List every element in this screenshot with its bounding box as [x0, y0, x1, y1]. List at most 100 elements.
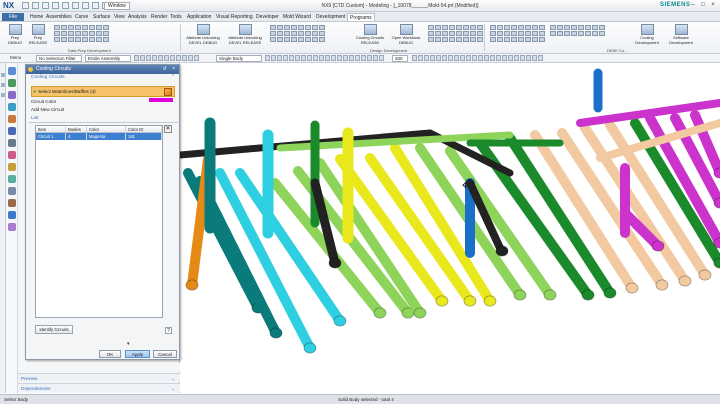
channel-end-cap[interactable]: [413, 307, 427, 319]
system-scenes-icon[interactable]: [8, 187, 16, 195]
channel-end-cap[interactable]: [655, 279, 669, 291]
channel-end-cap[interactable]: [543, 289, 557, 301]
open-workbook-debug-button[interactable]: Open Workbook DEBUG: [390, 24, 422, 45]
channel-end-cap[interactable]: [333, 315, 347, 327]
window-menu[interactable]: Window: [104, 2, 130, 10]
software-development-button[interactable]: Software Development: [664, 24, 698, 45]
process-studio-icon[interactable]: [8, 163, 16, 171]
close-button[interactable]: ×: [708, 0, 718, 11]
tab-programs[interactable]: Programs: [347, 13, 375, 21]
circuit-color-swatch[interactable]: [149, 98, 173, 102]
attribute-unlocking-release-button[interactable]: Attribute Unlocking DEVEL RELEASE: [225, 24, 265, 45]
selection-filter-select[interactable]: No Selection Filter: [36, 55, 82, 62]
paste-icon[interactable]: [72, 2, 79, 9]
web-browser-icon[interactable]: [8, 127, 16, 135]
cooling-circuits-section[interactable]: Cooling Circuits ⌃: [26, 74, 179, 82]
table-row[interactable]: Circuit 1 4 Magenta 181: [36, 133, 162, 140]
channel-end-cap[interactable]: [328, 257, 342, 269]
column-color[interactable]: Color: [87, 126, 126, 132]
teamcenter-icon[interactable]: [8, 223, 16, 231]
constraint-navigator-icon[interactable]: [8, 91, 16, 99]
tab-analysis[interactable]: Analysis: [126, 13, 149, 21]
cut-icon[interactable]: [52, 2, 59, 9]
scope-select[interactable]: Entire Assembly: [85, 55, 131, 62]
repeat-icon[interactable]: [82, 2, 89, 9]
cancel-button[interactable]: Cancel: [153, 350, 177, 358]
tab-curve[interactable]: Curve: [73, 13, 90, 21]
attribute-unlocking-debug-button[interactable]: Attribute Unlocking DEVEL DEBUG: [183, 24, 223, 45]
cooling-circuits-release-button[interactable]: Cooling Circuits RELEASE: [352, 24, 388, 45]
channel-end-cap[interactable]: [185, 279, 199, 291]
channel-end-cap[interactable]: [483, 295, 497, 307]
single-body-select[interactable]: Single Body: [216, 55, 262, 62]
channel-end-cap[interactable]: [651, 240, 665, 252]
tab-tools[interactable]: Tools: [168, 13, 184, 21]
delete-circuit-button[interactable]: ✕: [164, 125, 172, 133]
command-finder-icon[interactable]: [92, 2, 99, 9]
channel-end-cap[interactable]: [463, 295, 477, 307]
apply-button[interactable]: Apply: [125, 350, 150, 358]
cooling-circuit-model[interactable]: ✥: [180, 63, 720, 394]
ok-button[interactable]: OK: [99, 350, 121, 358]
prep-release-button[interactable]: Prep RELEASE: [27, 24, 49, 45]
channel-end-cap[interactable]: [495, 245, 509, 257]
assembly-navigator-icon[interactable]: [8, 79, 16, 87]
help-icon[interactable]: ?: [165, 327, 172, 334]
channel-end-cap[interactable]: [603, 287, 617, 299]
part-navigator-icon[interactable]: [8, 67, 16, 75]
select-body-icon[interactable]: [164, 88, 172, 96]
prep-debug-button[interactable]: Prep DEBUG: [4, 24, 26, 45]
column-item[interactable]: Item: [36, 126, 66, 132]
column-bodies[interactable]: Bodies: [66, 126, 87, 132]
dialog-title-bar[interactable]: Cooling Circuits ↺ ×: [26, 65, 179, 74]
zoom-select[interactable]: 200: [392, 55, 408, 62]
cooling-channel[interactable]: [505, 133, 615, 298]
add-new-circuit-button[interactable]: Add New Circuit: [31, 107, 64, 112]
tab-development[interactable]: Development: [314, 13, 347, 21]
cooling-channel[interactable]: [315, 158, 425, 318]
list-section[interactable]: List: [29, 115, 178, 123]
reuse-library-icon[interactable]: [8, 103, 16, 111]
identify-circuits-button[interactable]: Identify Circuits: [35, 325, 73, 334]
channel-end-cap[interactable]: [373, 307, 387, 319]
channel-end-cap[interactable]: [269, 327, 283, 339]
chevron-down-icon[interactable]: ▾: [127, 341, 130, 347]
menu-button[interactable]: Menu: [10, 55, 21, 60]
dependencies-section[interactable]: Dependencies ⌄: [18, 383, 180, 392]
select-waterlines-row[interactable]: ✔ Select Waterlines/Baffles (4): [31, 86, 175, 97]
channel-end-cap[interactable]: [435, 295, 449, 307]
channel-end-cap[interactable]: [698, 269, 712, 281]
roles-icon[interactable]: [8, 175, 16, 183]
redo-icon[interactable]: [42, 2, 49, 9]
sketch-icon[interactable]: [8, 211, 16, 219]
channel-end-cap[interactable]: [581, 289, 595, 301]
minimize-button[interactable]: –: [688, 0, 698, 11]
tab-render[interactable]: Render: [149, 13, 169, 21]
maximize-button[interactable]: □: [698, 0, 708, 11]
dialog-close-controls[interactable]: ↺ ×: [163, 65, 178, 74]
tab-surface[interactable]: Surface: [91, 13, 112, 21]
channel-end-cap[interactable]: [513, 289, 527, 301]
undo-icon[interactable]: [32, 2, 39, 9]
graphics-viewport[interactable]: ✥: [180, 63, 720, 394]
history-icon[interactable]: [8, 139, 16, 147]
hd3d-tools-icon[interactable]: [8, 115, 16, 123]
tab-home[interactable]: Home: [28, 13, 45, 21]
save-icon[interactable]: [22, 2, 29, 9]
cooling-development-button[interactable]: Cooling Development: [632, 24, 662, 45]
file-tab[interactable]: File: [2, 13, 24, 21]
tab-visual-reporting[interactable]: Visual Reporting: [214, 13, 255, 21]
channel-end-cap[interactable]: [625, 282, 639, 294]
palette-icon[interactable]: [8, 199, 16, 207]
system-materials-icon[interactable]: [8, 151, 16, 159]
preview-section[interactable]: Preview ⌄: [18, 373, 180, 382]
channel-end-cap[interactable]: [303, 342, 317, 354]
tab-view[interactable]: View: [112, 13, 127, 21]
tab-application[interactable]: Application: [185, 13, 213, 21]
channel-end-cap[interactable]: [678, 275, 692, 287]
tab-assemblies[interactable]: Assemblies: [44, 13, 74, 21]
copy-icon[interactable]: [62, 2, 69, 9]
tab-mold-wizard[interactable]: Mold Wizard: [281, 13, 313, 21]
tab-developer[interactable]: Developer: [254, 13, 281, 21]
column-color-id[interactable]: Color ID: [126, 126, 162, 132]
